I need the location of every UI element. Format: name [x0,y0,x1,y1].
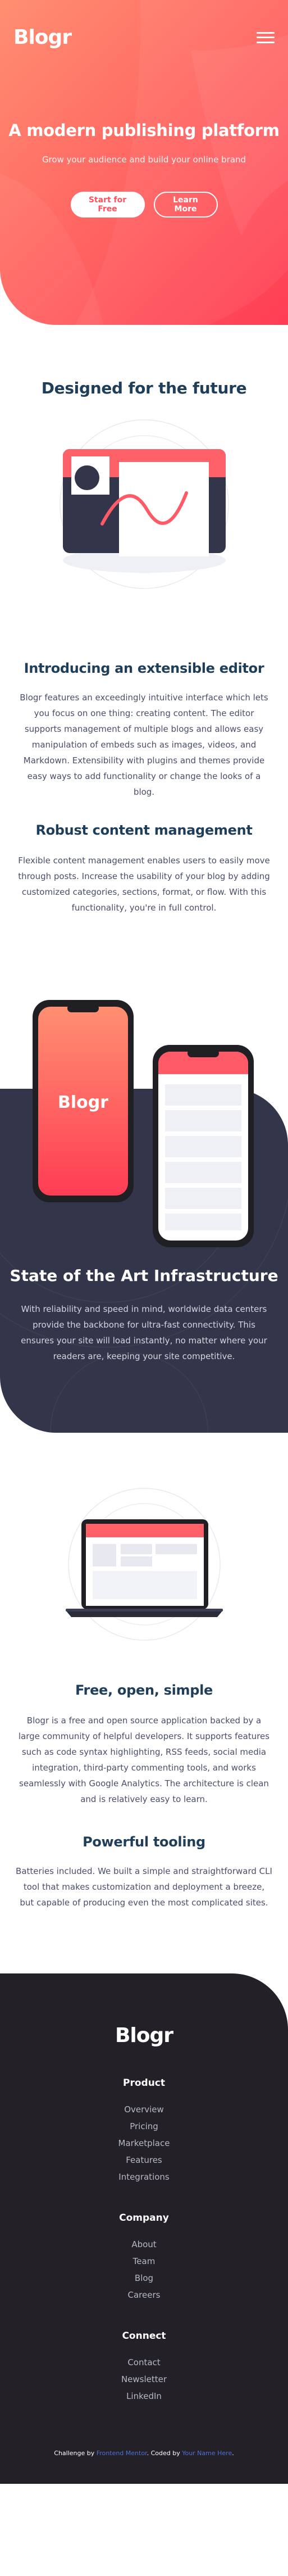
design-section-title: Designed for the future [41,379,247,397]
infrastructure-title: State of the Art Infrastructure [10,1266,278,1285]
footer-link-blog[interactable]: Blog [0,2273,288,2283]
footer-logo[interactable]: Blogr [0,2024,288,2047]
cms-feature-title: Robust content management [35,822,253,838]
author-link[interactable]: Your Name Here [182,2450,232,2457]
frontend-mentor-link[interactable]: Frontend Mentor [97,2450,147,2457]
infrastructure-section: State of the Art Infrastructure With rel… [0,1000,288,1433]
start-for-free-button[interactable]: Start for Free [70,192,145,218]
footer-column-title: Product [123,2077,165,2089]
footer-link-pricing[interactable]: Pricing [0,2121,288,2131]
hamburger-line [257,41,275,43]
attribution-prefix: Challenge by [54,2450,97,2457]
infrastructure-text: With reliability and speed in mind, worl… [21,1304,267,1361]
footer-link-careers[interactable]: Careers [0,2290,288,2300]
footer-column-connect: Connect Contact Newsletter LinkedIn [0,2330,288,2401]
footer-link-team[interactable]: Team [0,2256,288,2266]
cms-feature-text: Flexible content management enables user… [18,855,270,913]
hamburger-menu-icon[interactable] [257,31,275,43]
attribution-suffix: . [232,2450,234,2457]
hamburger-line [257,37,275,38]
laptop-illustration [65,1488,223,1641]
footer-link-features[interactable]: Features [0,2155,288,2165]
attribution-middle: . Coded by [147,2450,182,2457]
features-section: Free, open, simple Blogr is a free and o… [0,1480,288,1911]
footer-column-title: Connect [122,2330,166,2342]
hero-section: Blogr A modern publishing platform Grow … [0,0,288,325]
design-section: Designed for the future Introducing an e… [0,379,288,916]
tooling-title: Powerful tooling [83,1834,205,1850]
free-open-feature: Free, open, simple Blogr is a free and o… [0,1682,288,1807]
footer-link-newsletter[interactable]: Newsletter [0,2374,288,2384]
editor-illustration [59,419,229,589]
cms-feature: Robust content management Flexible conte… [0,822,288,916]
phone-screen-logo: Blogr [58,1093,108,1112]
footer-link-integrations[interactable]: Integrations [0,2172,288,2182]
footer-link-marketplace[interactable]: Marketplace [0,2138,288,2148]
hamburger-line [257,31,275,34]
phones-illustration: Blogr [33,1000,254,1247]
editor-feature-title: Introducing an extensible editor [24,660,264,676]
tooling-feature: Powerful tooling Batteries included. We … [0,1834,288,1911]
footer-link-contact[interactable]: Contact [0,2357,288,2367]
free-open-text: Blogr is a free and open source applicat… [18,1715,270,1804]
footer-column-title: Company [119,2212,169,2224]
brand-logo[interactable]: Blogr [13,26,72,49]
learn-more-button[interactable]: Learn More [153,192,218,218]
footer-link-linkedin[interactable]: LinkedIn [0,2391,288,2401]
editor-feature-text: Blogr features an exceedingly intuitive … [20,692,268,797]
footer-column-company: Company About Team Blog Careers [0,2212,288,2300]
hero-buttons: Start for Free Learn More [0,192,288,218]
footer-link-about[interactable]: About [0,2239,288,2249]
hero-subtitle: Grow your audience and build your online… [42,155,246,165]
tooling-text: Batteries included. We built a simple an… [16,1866,272,1908]
footer: Blogr Product Overview Pricing Marketpla… [0,1973,288,2484]
footer-column-product: Product Overview Pricing Marketplace Fea… [0,2077,288,2182]
footer-link-overview[interactable]: Overview [0,2104,288,2115]
free-open-title: Free, open, simple [75,1682,213,1698]
attribution: Challenge by Frontend Mentor. Coded by Y… [0,2450,288,2457]
editor-feature: Introducing an extensible editor Blogr f… [0,660,288,800]
hero-title: A modern publishing platform [8,121,280,140]
